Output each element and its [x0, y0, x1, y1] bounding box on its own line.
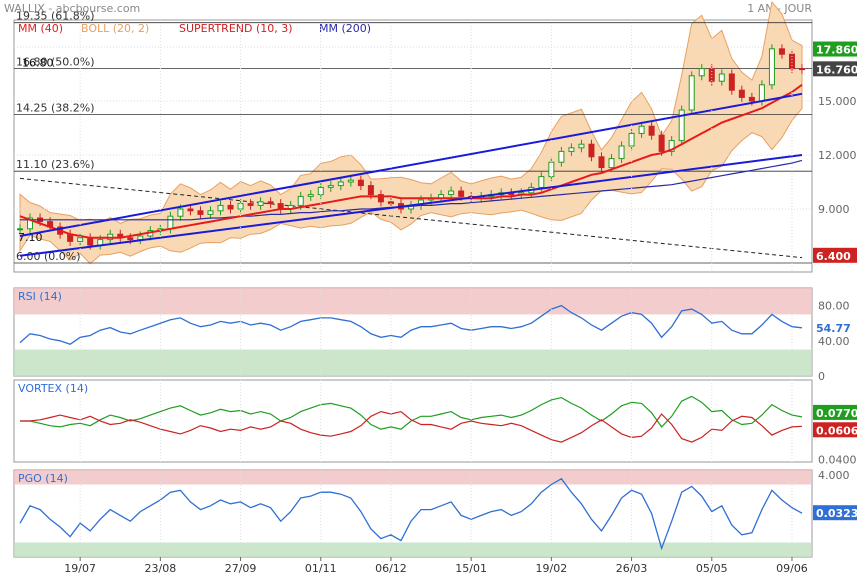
- x-tick-label: 19/07: [64, 562, 96, 575]
- vortex-tag-label: 0.0770: [816, 407, 859, 420]
- candle-body: [127, 237, 134, 241]
- rsi-panel: RSI (14) 0 40.00 80.00 54.77: [14, 288, 857, 383]
- pgo-line: [19, 477, 803, 551]
- x-tick-label: 06/12: [375, 562, 407, 575]
- candle-body: [197, 210, 204, 215]
- candle-body: [17, 228, 23, 231]
- candle-body: [167, 215, 174, 230]
- legend-entry: MM (200): [319, 22, 371, 35]
- fib-level-label: 14.25 (38.2%): [16, 102, 95, 115]
- candle-body: [568, 147, 575, 152]
- x-tick-label: 05/05: [696, 562, 728, 575]
- candle-body: [648, 125, 655, 136]
- candle-body: [658, 134, 665, 152]
- candle-body: [337, 181, 344, 187]
- x-tick-label: 09/06: [776, 562, 808, 575]
- candle-body: [87, 237, 94, 246]
- candle-body: [618, 145, 625, 160]
- y-tick-label: 9.000: [818, 203, 850, 216]
- candle-body: [357, 179, 364, 187]
- candle-body: [327, 185, 334, 188]
- vortex-tag-label: 0.0606: [816, 424, 859, 437]
- pgo-panel: PGO (14) 4.000 0.0323: [14, 469, 858, 557]
- candle-body: [638, 125, 645, 134]
- x-tick-label: 26/03: [616, 562, 648, 575]
- rsi-tag-label: 54.77: [816, 322, 851, 335]
- candle-body: [578, 143, 585, 149]
- candle-body: [217, 204, 224, 212]
- price-annotation: 16.80: [22, 57, 54, 70]
- candle-body: [458, 190, 465, 197]
- candle-body: [367, 185, 374, 196]
- vortex-panel: VORTEX (14) 0.0400 0.0770 0.0606: [18, 382, 859, 467]
- fib-level-label: 11.10 (23.6%): [16, 158, 95, 171]
- price-tag-label: 17.860: [816, 44, 859, 57]
- candle-body: [768, 48, 775, 86]
- pgo-tag-label: 0.0323: [816, 507, 858, 520]
- candle-body: [588, 143, 595, 158]
- candle-body: [748, 96, 755, 102]
- candle-body: [598, 156, 605, 169]
- panel-title: RSI (14): [18, 290, 62, 303]
- candle-body: [698, 68, 705, 77]
- y-tick-label: 80.00: [818, 300, 850, 313]
- y-tick-label: 15.000: [818, 95, 857, 108]
- y-tick-label: 12.000: [818, 149, 857, 162]
- candle-body: [227, 204, 234, 210]
- price-tag-label: 16.760: [816, 63, 859, 76]
- oversold-zone: [14, 349, 812, 376]
- overbought-zone: [14, 470, 812, 485]
- vortex-series-line: [20, 395, 803, 430]
- candle-body: [538, 176, 545, 188]
- candle-body: [799, 68, 805, 71]
- candle-body: [688, 75, 695, 111]
- candle-body: [347, 179, 354, 183]
- x-tick-label: 19/02: [536, 562, 568, 575]
- candle-body: [448, 190, 455, 196]
- vortex-series-line: [20, 410, 803, 443]
- channel-lower-line: [19, 154, 803, 257]
- y-tick-label: 0.0400: [818, 454, 857, 467]
- candle-body: [247, 203, 254, 206]
- candle-body: [297, 195, 304, 206]
- price-tag-label: 6.400: [816, 250, 851, 263]
- candle-body: [608, 158, 615, 169]
- candle-body: [307, 194, 314, 197]
- candle-body: [728, 73, 735, 91]
- candle-body: [177, 208, 184, 217]
- candle-body: [257, 201, 264, 206]
- panel-title: VORTEX (14): [18, 382, 88, 395]
- x-tick-label: 15/01: [455, 562, 487, 575]
- x-tick-label: 27/09: [225, 562, 257, 575]
- legend-entry: SUPERTREND (10, 3): [179, 22, 293, 35]
- fib-level-label: 19.35 (61.8%): [16, 10, 95, 23]
- candle-body: [738, 89, 745, 98]
- candle-body: [97, 239, 104, 246]
- candle-body: [267, 201, 274, 205]
- legend-entry: MM (40): [18, 22, 63, 35]
- price-panel: 6.00 (0.0%)11.10 (23.6%)14.25 (38.2%)16.…: [14, 0, 859, 265]
- oversold-zone: [14, 542, 812, 557]
- candle-body: [778, 48, 785, 55]
- y-tick-label: 4.000: [818, 469, 850, 482]
- price-legend: MM (40) BOLL (20, 2) SUPERTREND (10, 3) MM …: [18, 22, 371, 35]
- x-tick-label: 23/08: [145, 562, 177, 575]
- candle-body: [187, 208, 194, 212]
- chart-canvas: 6.00 (0.0%)11.10 (23.6%)14.25 (38.2%)16.…: [13, 0, 859, 575]
- candle-body: [558, 150, 565, 163]
- legend-entry: BOLL (20, 2): [81, 22, 149, 35]
- panel-title: PGO (14): [18, 472, 68, 485]
- bollinger-band: [19, 0, 803, 265]
- candle-body: [207, 210, 214, 215]
- overbought-zone: [14, 288, 812, 315]
- y-tick-label: 0: [818, 370, 825, 383]
- candle-body: [758, 84, 765, 102]
- y-tick-label: 40.00: [818, 335, 850, 348]
- candle-body: [718, 73, 725, 82]
- x-tick-label: 01/11: [305, 562, 337, 575]
- candle-body: [628, 132, 635, 147]
